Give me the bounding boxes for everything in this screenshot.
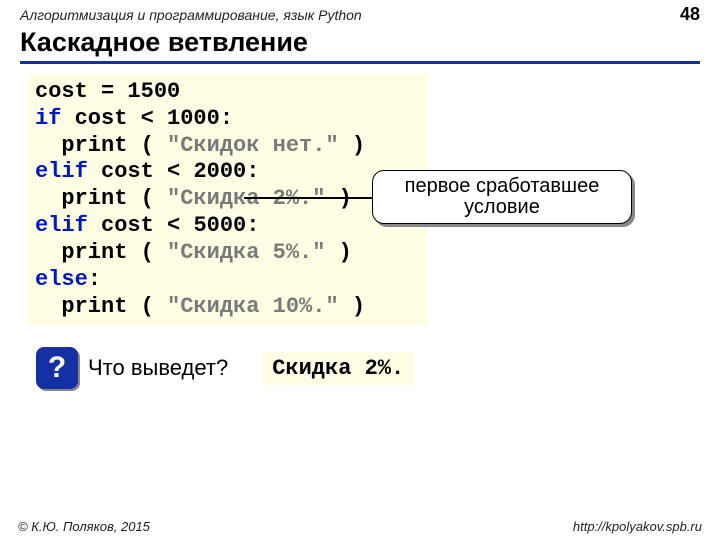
code-text: ) <box>339 133 365 158</box>
code-text: : <box>88 267 101 292</box>
code-str: "Скидка 5%." <box>167 240 325 265</box>
slide-title: Каскадное ветвление <box>0 25 720 61</box>
code-text: ) <box>339 294 365 319</box>
code-kw: elif <box>35 213 88 238</box>
callout-box: первое сработавшее условие <box>372 170 632 224</box>
footer: © К.Ю. Поляков, 2015 http://kpolyakov.sp… <box>0 519 720 534</box>
footer-url: http://kpolyakov.spb.ru <box>573 519 702 534</box>
code-num: 2000 <box>193 159 246 184</box>
code-num: 1500 <box>127 79 180 104</box>
subject-text: Алгоритмизация и программирование, язык … <box>20 7 362 23</box>
code-str: "Скидка 10%." <box>167 294 339 319</box>
code-str: "Скидок нет." <box>167 133 339 158</box>
question-text: Что выведет? <box>88 355 228 381</box>
code-kw: if <box>35 106 61 131</box>
code-text: print ( <box>35 240 167 265</box>
answer-box: Скидка 2%. <box>262 352 414 385</box>
code-text: cost < <box>61 106 167 131</box>
code-num: 5000 <box>193 213 246 238</box>
code-block: cost = 1500 if cost < 1000: print ( "Ски… <box>28 74 428 325</box>
callout-arrow <box>244 197 374 199</box>
callout-line1: первое сработавшее <box>373 176 631 197</box>
code-text: cost < <box>88 213 194 238</box>
code-text: print ( <box>35 186 167 211</box>
callout-line2: условие <box>373 197 631 218</box>
title-rule <box>20 61 700 64</box>
code-text: : <box>246 159 259 184</box>
question-mark-icon: ? <box>36 347 78 389</box>
code-text: ) <box>325 240 351 265</box>
copyright-text: © К.Ю. Поляков, 2015 <box>18 519 150 534</box>
code-text: cost < <box>88 159 194 184</box>
code-text: print ( <box>35 133 167 158</box>
code-num: 1000 <box>167 106 220 131</box>
code-text: print ( <box>35 294 167 319</box>
code-text: : <box>246 213 259 238</box>
code-text: : <box>220 106 233 131</box>
question-row: ? Что выведет? Скидка 2%. <box>36 347 720 389</box>
page-number: 48 <box>680 4 700 25</box>
code-text: cost = <box>35 79 127 104</box>
code-kw: elif <box>35 159 88 184</box>
code-kw: else <box>35 267 88 292</box>
